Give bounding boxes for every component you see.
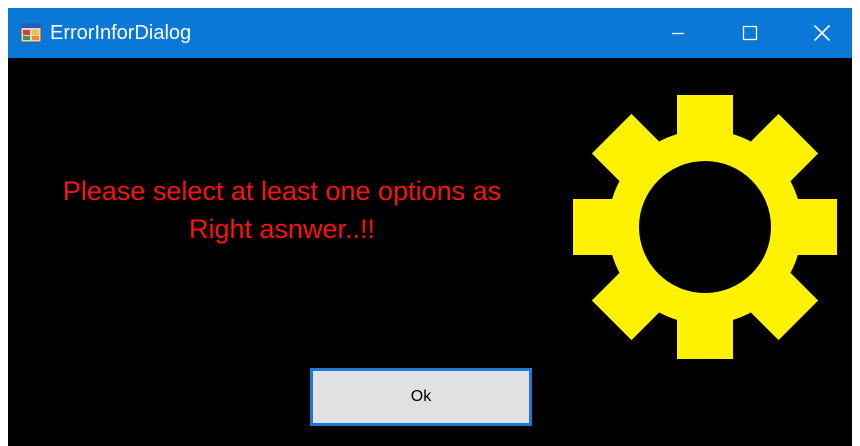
error-message-line-2: Right asnwer..!! [188, 214, 376, 244]
form-app-icon[interactable] [20, 22, 42, 44]
error-message: Please select at least one options as Ri… [14, 172, 550, 248]
error-message-line-1: Please select at least one options as [62, 176, 502, 206]
dialog-client-area: Please select at least one options as Ri… [8, 58, 852, 446]
close-button[interactable] [792, 8, 852, 58]
dialog-window: ErrorInforDialog Please select at least … [8, 8, 852, 446]
maximize-icon [742, 25, 758, 41]
title-bar[interactable]: ErrorInforDialog [8, 8, 852, 58]
ok-button[interactable]: Ok [310, 368, 532, 426]
gear-icon [572, 94, 838, 360]
minimize-button[interactable] [648, 8, 708, 58]
maximize-button[interactable] [720, 8, 780, 58]
close-icon [813, 24, 831, 42]
window-title: ErrorInforDialog [50, 22, 192, 44]
minimize-icon [672, 32, 684, 35]
